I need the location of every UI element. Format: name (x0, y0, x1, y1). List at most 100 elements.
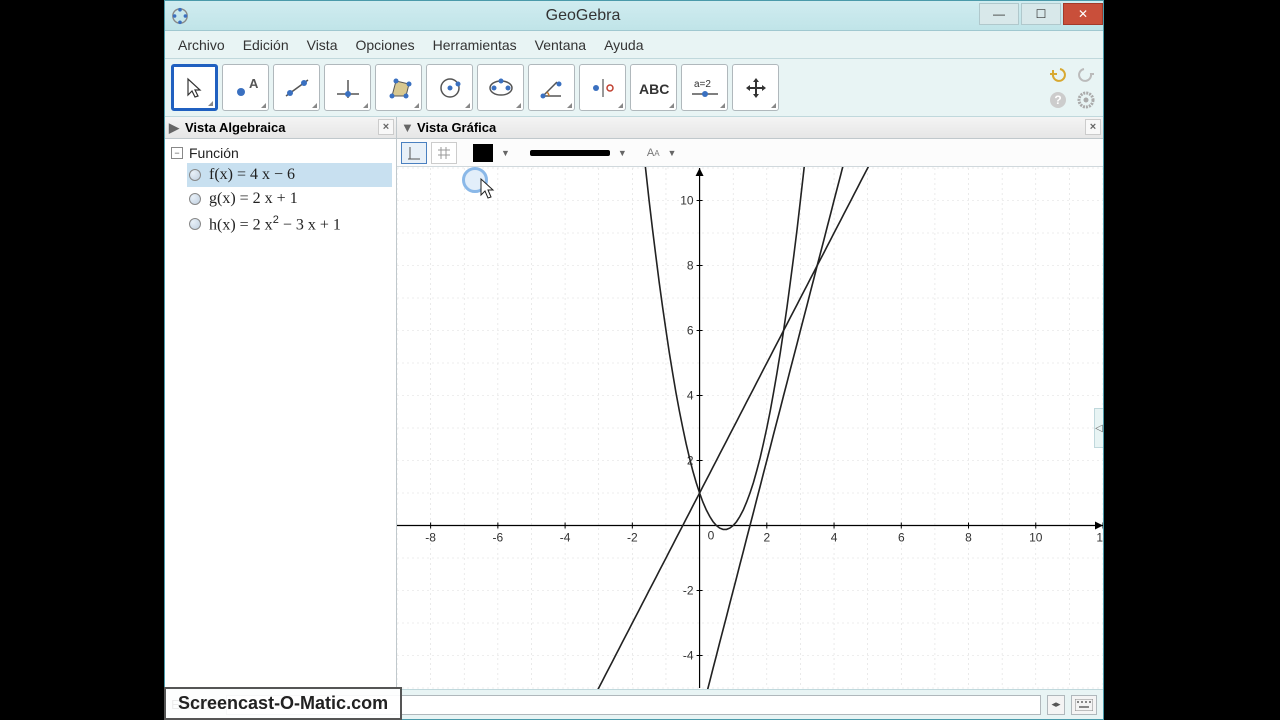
function-item-g[interactable]: g(x) = 2 x + 1 (187, 187, 392, 211)
angle-icon (537, 76, 567, 100)
grid-toggle-button[interactable] (431, 142, 457, 164)
conic-tool[interactable] (477, 64, 524, 111)
svg-text:-4: -4 (683, 649, 694, 663)
menu-edicion[interactable]: Edición (234, 33, 298, 57)
plot-area[interactable]: -8-6-4-224681012-4-22468100 (397, 167, 1103, 689)
svg-text:6: 6 (898, 531, 905, 545)
cursor-icon (183, 76, 207, 100)
toolbar-right: ? (1047, 63, 1097, 111)
redo-button[interactable] (1075, 63, 1097, 85)
angle-tool[interactable] (528, 64, 575, 111)
settings-button[interactable] (1075, 89, 1097, 111)
dropdown-icon[interactable]: ▼ (614, 148, 631, 158)
perpendicular-tool[interactable] (324, 64, 371, 111)
tree-collapse-icon[interactable]: − (171, 147, 183, 159)
collapse-arrow-icon: ▶ (169, 120, 179, 136)
line-tool[interactable] (273, 64, 320, 111)
visibility-toggle-icon[interactable] (189, 218, 201, 230)
pan-icon (743, 75, 769, 101)
category-node[interactable]: − Función (169, 143, 392, 163)
maximize-button[interactable]: ☐ (1021, 3, 1061, 25)
algebra-tree: − Función f(x) = 4 x − 6 g(x) = 2 x + 1 … (165, 139, 396, 241)
app-window: GeoGebra — ☐ ✕ Archivo Edición Vista Opc… (164, 0, 1104, 720)
svg-text:ABC: ABC (639, 81, 669, 97)
visibility-toggle-icon[interactable] (189, 169, 201, 181)
algebra-panel-title: Vista Algebraica (185, 120, 285, 135)
svg-text:-8: -8 (425, 531, 436, 545)
function-item-h[interactable]: h(x) = 2 x2 − 3 x + 1 (187, 211, 392, 237)
function-expression: h(x) = 2 x2 − 3 x + 1 (209, 214, 341, 234)
window-title: GeoGebra (189, 7, 977, 25)
svg-text:-6: -6 (493, 531, 504, 545)
svg-text:12: 12 (1096, 531, 1103, 545)
side-expand-button[interactable]: ◁ (1094, 408, 1103, 448)
main-toolbar: A ABC a=2 (165, 59, 1103, 117)
algebra-panel: ▶ Vista Algebraica × − Función f(x) = 4 … (165, 117, 397, 689)
menu-ventana[interactable]: Ventana (526, 33, 595, 57)
point-tool[interactable]: A (222, 64, 269, 111)
close-button[interactable]: ✕ (1063, 3, 1103, 25)
svg-text:0: 0 (708, 529, 715, 543)
menu-vista[interactable]: Vista (298, 33, 347, 57)
graphics-panel-header[interactable]: ▼ Vista Gráfica × (397, 117, 1103, 139)
menu-ayuda[interactable]: Ayuda (595, 33, 652, 57)
line-icon (282, 76, 312, 100)
dropdown-icon[interactable]: ▼ (497, 148, 514, 158)
algebra-panel-header[interactable]: ▶ Vista Algebraica × (165, 117, 396, 139)
svg-text:-4: -4 (560, 531, 571, 545)
polygon-tool[interactable] (375, 64, 422, 111)
ellipse-icon (486, 76, 516, 100)
slider-tool[interactable]: a=2 (681, 64, 728, 111)
minimize-button[interactable]: — (979, 3, 1019, 25)
svg-text:2: 2 (763, 531, 770, 545)
dropdown-icon[interactable]: ▼ (664, 148, 681, 158)
visibility-toggle-icon[interactable] (189, 193, 201, 205)
main-area: ▶ Vista Algebraica × − Función f(x) = 4 … (165, 117, 1103, 689)
undo-button[interactable] (1047, 63, 1069, 85)
color-picker[interactable] (473, 144, 493, 162)
window-controls: — ☐ ✕ (977, 7, 1103, 25)
text-size-label: AA (647, 147, 660, 159)
svg-text:4: 4 (831, 531, 838, 545)
graphics-panel-title: Vista Gráfica (417, 120, 496, 135)
svg-text:-2: -2 (683, 584, 694, 598)
point-icon: A (231, 76, 261, 100)
virtual-keyboard-button[interactable] (1071, 695, 1097, 715)
graphics-panel: ▼ Vista Gráfica × ▼ ▼ AA ▼ -8 -6 -4 -2 2 4 6 8 1… (397, 117, 1103, 689)
menu-archivo[interactable]: Archivo (169, 33, 234, 57)
line-style-picker[interactable] (530, 150, 610, 156)
reflect-icon (588, 76, 618, 100)
circle-tool[interactable] (426, 64, 473, 111)
svg-text:6: 6 (687, 324, 694, 338)
axes-toggle-button[interactable] (401, 142, 427, 164)
svg-text:a=2: a=2 (694, 79, 711, 90)
help-button[interactable]: ? (1047, 89, 1069, 111)
circle-icon (435, 76, 465, 100)
geogebra-icon (171, 7, 189, 25)
slider-icon: a=2 (688, 76, 722, 100)
move-tool[interactable] (171, 64, 218, 111)
text-tool[interactable]: ABC (630, 64, 677, 111)
svg-text:-2: -2 (627, 531, 638, 545)
svg-text:10: 10 (1029, 531, 1043, 545)
polygon-icon (384, 76, 414, 100)
perp-icon (333, 76, 363, 100)
svg-text:?: ? (1054, 93, 1061, 107)
graphics-canvas[interactable]: -8-6-4-224681012-4-22468100 ◁ (397, 167, 1103, 689)
input-history-button[interactable]: ◂▸ (1047, 695, 1065, 715)
move-view-tool[interactable] (732, 64, 779, 111)
watermark-label: Screencast-O-Matic.com (164, 687, 402, 720)
svg-text:10: 10 (680, 194, 694, 208)
svg-text:A: A (249, 76, 259, 91)
menu-herramientas[interactable]: Herramientas (424, 33, 526, 57)
function-item-f[interactable]: f(x) = 4 x − 6 (187, 163, 392, 187)
graphics-toolbar: ▼ ▼ AA ▼ (397, 139, 1103, 167)
algebra-close-button[interactable]: × (378, 119, 394, 135)
transform-tool[interactable] (579, 64, 626, 111)
text-icon: ABC (637, 78, 671, 98)
graphics-close-button[interactable]: × (1085, 119, 1101, 135)
function-expression: f(x) = 4 x − 6 (209, 166, 295, 184)
function-expression: g(x) = 2 x + 1 (209, 190, 298, 208)
svg-text:8: 8 (965, 531, 972, 545)
menu-opciones[interactable]: Opciones (346, 33, 423, 57)
